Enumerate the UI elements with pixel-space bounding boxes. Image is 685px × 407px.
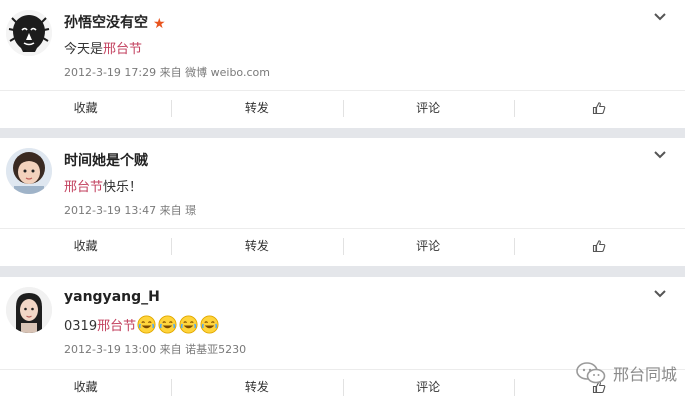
post-menu-button[interactable] (653, 148, 667, 162)
favorite-label: 收藏 (73, 101, 98, 115)
repost-button[interactable]: 转发 (171, 229, 342, 263)
favorite-label: 收藏 (73, 380, 98, 394)
laughing-tears-emoji-icon (158, 315, 177, 334)
watermark-text: 邢台同城 (612, 365, 677, 384)
post-separator (0, 128, 685, 138)
post-separator (0, 266, 685, 277)
comment-button[interactable]: 评论 (342, 229, 514, 263)
post-source[interactable]: 璟 (185, 204, 196, 217)
avatar[interactable] (6, 287, 52, 333)
chevron-down-icon (654, 13, 666, 21)
source-prefix: 来自 (159, 343, 182, 356)
favorite-button[interactable]: 收藏 (0, 91, 171, 125)
repost-label: 转发 (244, 101, 269, 115)
username-text[interactable]: yangyang_H (64, 289, 160, 305)
verified-star-icon: ★ (153, 16, 166, 32)
topic-link[interactable]: 邢台节 (64, 180, 103, 195)
like-button[interactable] (513, 229, 685, 263)
source-prefix: 来自 (159, 66, 182, 79)
girl-avatar-icon (6, 148, 52, 194)
post-text: 今天是邢台节 (64, 38, 142, 57)
woman-avatar-icon (6, 287, 52, 333)
weibo-feed: 孙悟空没有空 ★ 今天是邢台节 2012-3-19 17:29 来自 微博 wei… (0, 0, 685, 407)
favorite-label: 收藏 (73, 239, 98, 253)
comment-label: 评论 (416, 380, 441, 394)
laughing-tears-emoji-icon (200, 315, 219, 334)
watermark: 邢台同城 (575, 361, 677, 385)
feed-post: yangyang_H 0319邢台节 2012-3-19 13:00 来自 诺基… (0, 277, 685, 407)
laughing-tears-emoji-icon (179, 315, 198, 334)
avatar[interactable] (6, 148, 52, 194)
comment-label: 评论 (416, 101, 441, 115)
repost-label: 转发 (244, 239, 269, 253)
emoji-row (137, 315, 219, 334)
post-text: 0319邢台节 (64, 315, 219, 334)
feed-post: 时间她是个贼 邢台节快乐！ 2012-3-19 13:47 来自 璟 收藏 转发… (0, 138, 685, 266)
chevron-down-icon (654, 290, 666, 298)
topic-link[interactable]: 邢台节 (103, 42, 142, 57)
comment-label: 评论 (416, 239, 441, 253)
chevron-down-icon (654, 151, 666, 159)
post-text-before: 今天是 (64, 42, 104, 57)
post-actions: 收藏 转发 评论 (0, 90, 685, 124)
thumbs-up-icon (593, 101, 606, 114)
post-timestamp[interactable]: 2012-3-19 13:47 (64, 204, 156, 217)
username-text[interactable]: 时间她是个贼 (64, 153, 148, 169)
post-text-before: 0319 (64, 319, 98, 334)
post-username[interactable]: 时间她是个贼 (64, 150, 148, 170)
favorite-button[interactable]: 收藏 (0, 370, 171, 404)
post-username[interactable]: 孙悟空没有空 ★ (64, 12, 166, 32)
post-username[interactable]: yangyang_H (64, 289, 160, 305)
lion-avatar-icon (6, 10, 52, 56)
feed-post: 孙悟空没有空 ★ 今天是邢台节 2012-3-19 17:29 来自 微博 wei… (0, 0, 685, 128)
thumbs-up-icon (593, 239, 606, 252)
repost-button[interactable]: 转发 (171, 370, 342, 404)
post-actions: 收藏 转发 评论 (0, 228, 685, 262)
comment-button[interactable]: 评论 (342, 370, 514, 404)
favorite-button[interactable]: 收藏 (0, 229, 171, 263)
post-timestamp[interactable]: 2012-3-19 17:29 (64, 66, 156, 79)
post-source[interactable]: 诺基亚5230 (185, 343, 246, 356)
post-source[interactable]: 微博 weibo.com (185, 66, 270, 79)
post-menu-button[interactable] (653, 10, 667, 24)
like-button[interactable] (513, 91, 685, 125)
post-meta: 2012-3-19 13:47 来自 璟 (64, 202, 196, 218)
post-text: 邢台节快乐！ (64, 176, 142, 195)
avatar[interactable] (6, 10, 52, 56)
laughing-tears-emoji-icon (137, 315, 156, 334)
repost-label: 转发 (244, 380, 269, 394)
post-meta: 2012-3-19 13:00 来自 诺基亚5230 (64, 341, 246, 357)
wechat-icon (576, 362, 606, 384)
repost-button[interactable]: 转发 (171, 91, 342, 125)
post-timestamp[interactable]: 2012-3-19 13:00 (64, 343, 156, 356)
post-meta: 2012-3-19 17:29 来自 微博 weibo.com (64, 64, 270, 80)
topic-link[interactable]: 邢台节 (97, 319, 136, 334)
username-text[interactable]: 孙悟空没有空 (64, 15, 148, 31)
post-menu-button[interactable] (653, 287, 667, 301)
post-text-after: 快乐！ (103, 180, 143, 195)
source-prefix: 来自 (159, 204, 182, 217)
comment-button[interactable]: 评论 (342, 91, 514, 125)
